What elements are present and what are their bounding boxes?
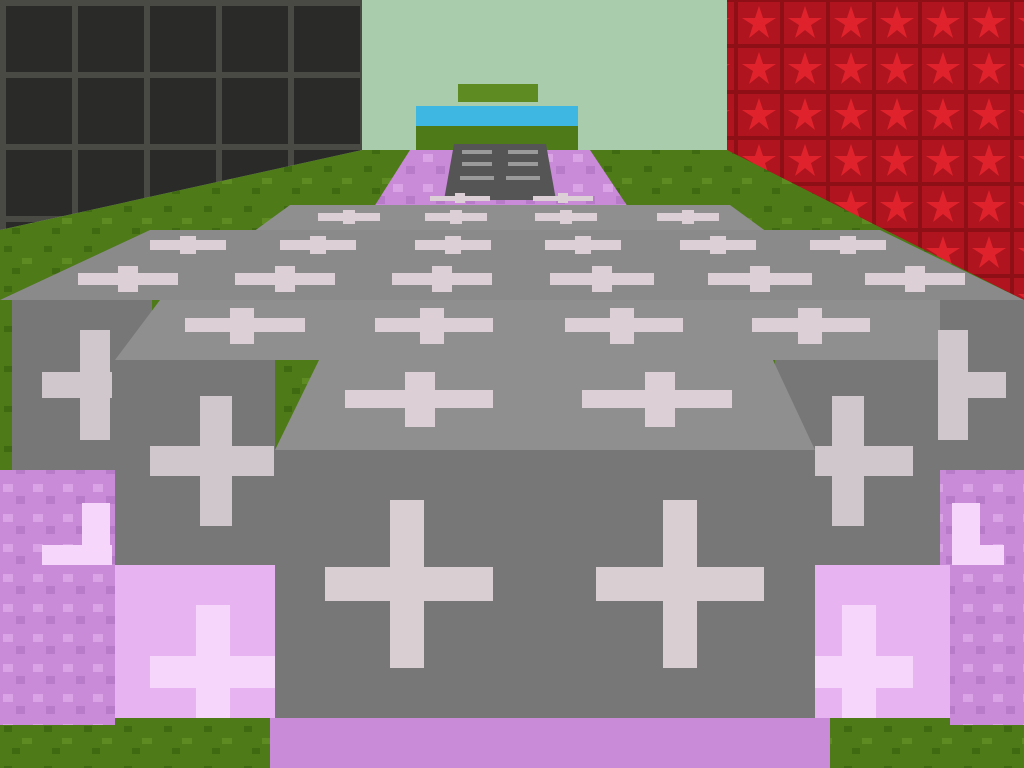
distant-water [416, 106, 578, 126]
pink-block-left-lower [115, 565, 275, 718]
pink-block-right-lower [815, 565, 950, 718]
pink-block-left-side [0, 565, 115, 725]
pink-block-right-side [950, 565, 1024, 725]
pink-block-bottom [270, 718, 830, 768]
far-path-dark-stone [444, 144, 556, 200]
distant-island [458, 84, 538, 102]
voxel-scene [0, 0, 1024, 768]
game-viewport[interactable] [0, 0, 1024, 768]
